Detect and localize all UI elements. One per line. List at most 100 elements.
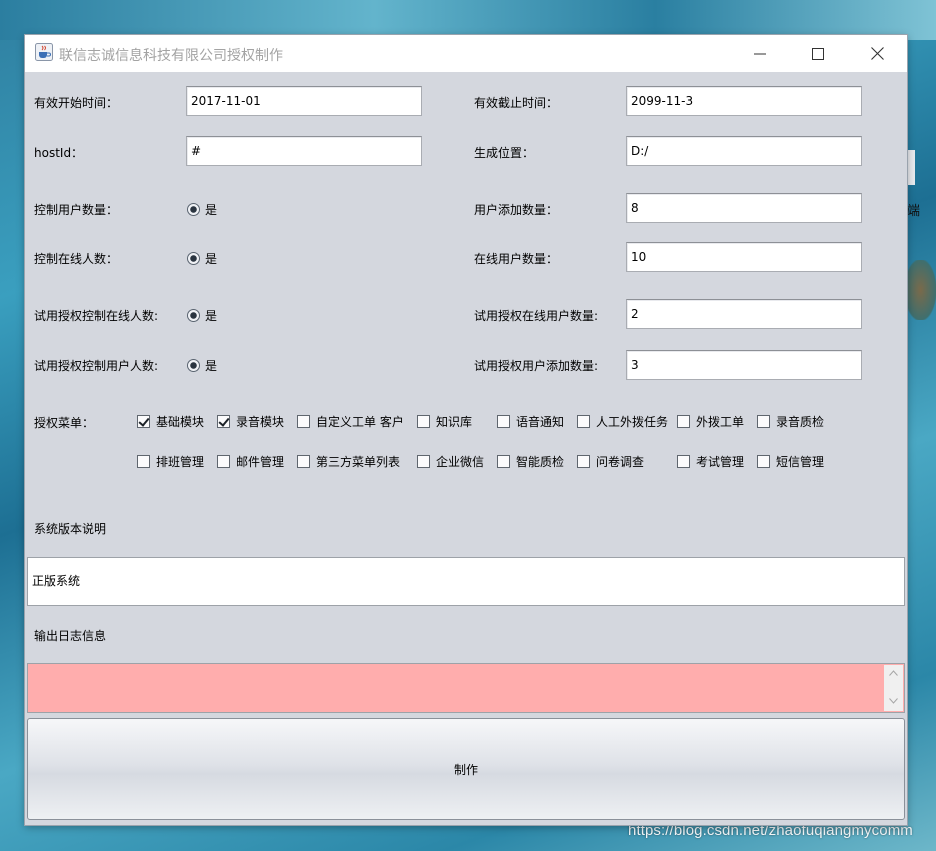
checkbox-unchecked-icon[interactable] xyxy=(297,455,310,468)
checkbox-unchecked-icon[interactable] xyxy=(417,455,430,468)
checkbox-unchecked-icon[interactable] xyxy=(297,415,310,428)
maximize-button[interactable] xyxy=(788,35,848,72)
trial-control-online-label: 试用授权控制在线人数: xyxy=(34,309,159,323)
menu-checkbox-item[interactable]: 基础模块 xyxy=(137,413,204,430)
trial-user-add-label: 试用授权用户添加数量: xyxy=(474,359,599,373)
control-users-radio[interactable]: 是 xyxy=(187,201,217,218)
start-time-input[interactable]: 2017-11-01 xyxy=(186,86,422,116)
end-time-label: 有效截止时间： xyxy=(474,96,559,110)
menu-checkbox-item[interactable]: 排班管理 xyxy=(137,453,204,470)
minimize-icon xyxy=(754,53,766,54)
menu-checkbox-label: 语音通知 xyxy=(516,415,565,429)
java-cup-icon xyxy=(35,43,53,61)
start-time-label: 有效开始时间： xyxy=(34,96,119,110)
menu-checkbox-label: 短信管理 xyxy=(776,455,825,469)
menu-checkbox-item[interactable]: 企业微信 xyxy=(417,453,484,470)
trial-control-users-radio[interactable]: 是 xyxy=(187,357,217,374)
menu-checkbox-label: 录音模块 xyxy=(236,415,285,429)
control-users-label: 控制用户数量： xyxy=(34,203,119,217)
log-label: 输出日志信息 xyxy=(34,629,107,643)
menu-checkbox-item[interactable]: 智能质检 xyxy=(497,453,564,470)
trial-control-online-option: 是 xyxy=(205,309,218,323)
menu-checkbox-item[interactable]: 自定义工单 客户 xyxy=(297,413,404,430)
checkbox-unchecked-icon[interactable] xyxy=(677,455,690,468)
online-users-label: 在线用户数量： xyxy=(474,252,559,266)
output-location-label: 生成位置： xyxy=(474,146,535,160)
checkbox-unchecked-icon[interactable] xyxy=(757,455,770,468)
control-users-option: 是 xyxy=(205,203,218,217)
menu-checkbox-item[interactable]: 语音通知 xyxy=(497,413,564,430)
checkbox-unchecked-icon[interactable] xyxy=(677,415,690,428)
maximize-icon xyxy=(812,47,824,60)
menu-checkbox-label: 问卷调查 xyxy=(596,455,645,469)
version-label: 系统版本说明 xyxy=(34,522,107,536)
close-button[interactable] xyxy=(847,35,907,72)
control-online-label: 控制在线人数： xyxy=(34,252,119,266)
checkbox-unchecked-icon[interactable] xyxy=(417,415,430,428)
desktop-wallpaper xyxy=(0,0,936,40)
radio-selected-icon xyxy=(187,252,200,265)
menu-checkbox-item[interactable]: 短信管理 xyxy=(757,453,824,470)
menu-checkbox-item[interactable]: 录音质检 xyxy=(757,413,824,430)
checkbox-checked-icon[interactable] xyxy=(217,415,230,428)
trial-control-users-label: 试用授权控制用户人数: xyxy=(34,359,159,373)
title-bar[interactable]: 联信志诚信息科技有限公司授权制作 xyxy=(25,35,907,72)
checkbox-unchecked-icon[interactable] xyxy=(577,415,590,428)
license-maker-window: 联信志诚信息科技有限公司授权制作 有效开始时间： 2017-11-01 有效截止… xyxy=(25,35,907,825)
trial-control-online-radio[interactable]: 是 xyxy=(187,307,217,324)
menu-checkbox-item[interactable]: 问卷调查 xyxy=(577,453,644,470)
wallpaper-rock xyxy=(905,260,936,320)
user-add-count-label: 用户添加数量： xyxy=(474,203,559,217)
make-button[interactable]: 制作 xyxy=(27,718,905,820)
menu-checkbox-label: 第三方菜单列表 xyxy=(316,455,401,469)
trial-control-users-option: 是 xyxy=(205,359,218,373)
control-online-radio[interactable]: 是 xyxy=(187,250,217,267)
end-time-input[interactable]: 2099-11-3 xyxy=(626,86,862,116)
menu-checkbox-label: 排班管理 xyxy=(156,455,205,469)
menu-checkbox-label: 基础模块 xyxy=(156,415,205,429)
checkbox-unchecked-icon[interactable] xyxy=(137,455,150,468)
menu-checkbox-label: 企业微信 xyxy=(436,455,485,469)
scroll-down-icon[interactable] xyxy=(889,698,898,707)
trial-user-add-input[interactable]: 3 xyxy=(626,350,862,380)
menu-checkbox-item[interactable]: 录音模块 xyxy=(217,413,284,430)
checkbox-unchecked-icon[interactable] xyxy=(217,455,230,468)
background-window-edge xyxy=(907,150,915,185)
menu-checkbox-label: 录音质检 xyxy=(776,415,825,429)
menu-checkbox-item[interactable]: 考试管理 xyxy=(677,453,744,470)
menu-checkbox-label: 智能质检 xyxy=(516,455,565,469)
checkbox-unchecked-icon[interactable] xyxy=(577,455,590,468)
window-title: 联信志诚信息科技有限公司授权制作 xyxy=(59,48,283,64)
menu-checkbox-label: 外拨工单 xyxy=(696,415,745,429)
menu-checkbox-item[interactable]: 外拨工单 xyxy=(677,413,744,430)
hostid-input[interactable]: # xyxy=(186,136,422,166)
minimize-button[interactable] xyxy=(730,35,790,72)
radio-selected-icon xyxy=(187,359,200,372)
trial-online-users-input[interactable]: 2 xyxy=(626,299,862,329)
checkbox-checked-icon[interactable] xyxy=(137,415,150,428)
menu-checkbox-item[interactable]: 人工外拨任务 xyxy=(577,413,668,430)
menu-checkbox-label: 考试管理 xyxy=(696,455,745,469)
online-users-input[interactable]: 10 xyxy=(626,242,862,272)
menu-checkbox-label: 邮件管理 xyxy=(236,455,285,469)
checkbox-unchecked-icon[interactable] xyxy=(497,455,510,468)
menu-checkbox-label: 自定义工单 客户 xyxy=(316,415,404,429)
output-location-input[interactable]: D:/ xyxy=(626,136,862,166)
menu-checkbox-item[interactable]: 邮件管理 xyxy=(217,453,284,470)
menu-checkbox-item[interactable]: 第三方菜单列表 xyxy=(297,453,400,470)
menu-checkbox-item[interactable]: 知识库 xyxy=(417,413,472,430)
checkbox-unchecked-icon[interactable] xyxy=(757,415,770,428)
scroll-up-icon[interactable] xyxy=(889,670,898,679)
log-textarea[interactable] xyxy=(27,663,905,713)
user-add-count-input[interactable]: 8 xyxy=(626,193,862,223)
hostid-label: hostId： xyxy=(34,146,84,160)
menu-checkbox-label: 知识库 xyxy=(436,415,473,429)
auth-menu-label: 授权菜单： xyxy=(34,416,95,430)
menu-checkbox-label: 人工外拨任务 xyxy=(596,415,669,429)
checkbox-unchecked-icon[interactable] xyxy=(497,415,510,428)
make-button-label: 制作 xyxy=(453,762,478,777)
log-scrollbar[interactable] xyxy=(884,665,903,711)
radio-selected-icon xyxy=(187,203,200,216)
trial-online-users-label: 试用授权在线用户数量: xyxy=(474,309,599,323)
version-textarea[interactable]: 正版系统 xyxy=(27,557,905,606)
